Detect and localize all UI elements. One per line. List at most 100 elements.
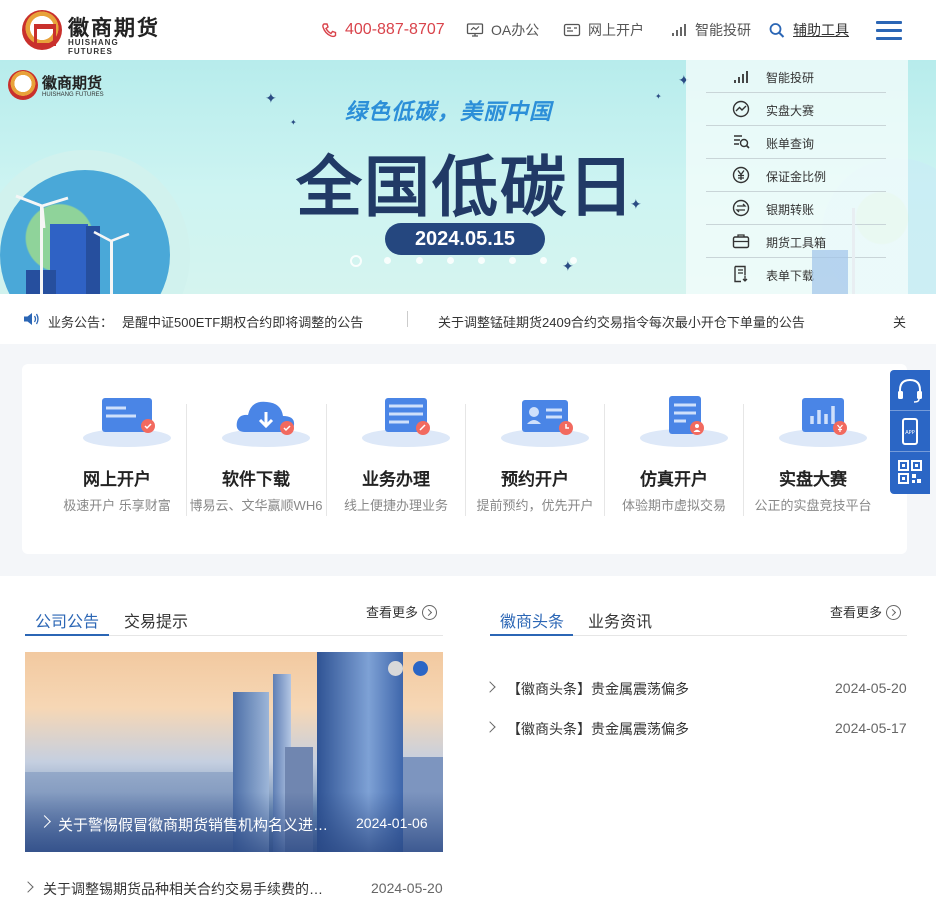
banner-logo: 徽商期货 HUISHANG FUTURES [8,70,128,104]
banner-logo-emblem [8,70,38,100]
slide-dot[interactable] [388,661,403,676]
nav-open-account[interactable]: 网上开户 [563,20,644,40]
wind-turbine-blades-illustration [15,194,69,228]
document-search-icon [734,135,750,149]
view-more-label: 查看更多 [366,605,419,620]
id-card-icon [563,23,581,37]
service-live-contest[interactable]: 实盘大赛 公正的实盘竞技平台 [743,364,883,554]
news-item-title[interactable]: 关于调整锡期货品种相关合约交易手续费的公告 [43,879,333,899]
trend-circle-icon [732,100,750,118]
service-name: 预约开户 [501,470,569,489]
quick-menu-label: 实盘大赛 [766,104,815,118]
quick-menu-toolbox[interactable]: 期货工具箱 [706,225,886,258]
hotline-number: 400-887-8707 [345,21,445,38]
slide-dot-active[interactable] [413,661,428,676]
phone-icon [322,23,337,38]
featured-news-card[interactable]: 关于警惕假冒徽商期货销售机构名义进行诈骗的风险提示 2024-01-06 [25,652,443,852]
chevron-right-circle-icon [422,605,438,620]
news-item-title[interactable]: 【徽商头条】贵金属震荡偏多 [507,719,689,739]
sparkle-icon: ✦ [290,118,297,127]
transfer-icon [732,199,750,217]
id-card-clock-icon [501,400,589,447]
banner-headline: 全国低碳日 [296,150,636,224]
chart-board-icon [779,398,867,447]
news-item-date: 2024-05-20 [371,880,443,896]
service-name: 实盘大赛 [779,470,847,489]
nav-research[interactable]: 智能投研 [670,20,751,40]
service-software-download[interactable]: 软件下载 博易云、文华赢顺WH6 [186,364,326,554]
top-header: 徽商期货 HUISHANG FUTURES 400-887-8707 OA办公 … [0,0,936,60]
hamburger-menu-icon[interactable] [876,21,902,41]
headset-icon [898,378,922,403]
news-item-title[interactable]: 【徽商头条】贵金属震荡偏多 [507,679,689,699]
announcement-bar: 业务公告： 是醒中证500ETF期权合约即将调整的公告 关于调整锰硅期货2409… [0,294,936,344]
carousel-dot[interactable] [478,257,485,264]
banner-slogan: 绿色低碳，美丽中国 [345,99,553,124]
service-business-handling[interactable]: 业务办理 线上便捷办理业务 [326,364,466,554]
service-desc: 极速开户 乐享财富 [63,498,171,513]
search-icon [769,23,785,38]
tab-company-announcements[interactable]: 公司公告 [35,608,99,632]
site-logo[interactable]: 徽商期货 HUISHANG FUTURES [22,10,162,56]
customer-service-button[interactable] [890,370,930,411]
announcement-item[interactable]: 是醒中证500ETF期权合约即将调整的公告 [122,312,363,331]
tab-business-news[interactable]: 业务资讯 [588,608,652,632]
divider [407,311,408,327]
quick-menu-research[interactable]: 智能投研 [706,60,886,93]
tab-trading-tips[interactable]: 交易提示 [124,608,188,632]
aux-tools-link[interactable]: 辅助工具 [768,20,849,40]
announcement-label: 业务公告： [48,315,114,330]
hero-banner[interactable]: 徽商期货 HUISHANG FUTURES ✦ ✦ ✦ ✦ ✦ ✦ 绿色低碳，美… [0,60,936,294]
carousel-dot[interactable] [509,257,516,264]
banner-logo-text-cn: 徽商期货 [42,74,103,92]
nav-oa[interactable]: OA办公 [466,20,539,40]
announcement-item[interactable]: 关于调整锰硅期货2409合约交易指令每次最小开仓下单量的公告 [438,312,805,331]
left-view-more-link[interactable]: 查看更多 [366,602,438,621]
carousel-dot[interactable] [416,257,423,264]
carousel-dot[interactable] [540,257,547,264]
quick-menu-label: 表单下载 [766,269,815,283]
service-name: 软件下载 [222,470,290,489]
service-simulation-account[interactable]: 仿真开户 体验期市虚拟交易 [604,364,744,554]
featured-news-date: 2024-01-06 [356,815,428,831]
service-appointment-account[interactable]: 预约开户 提前预约，优先开户 [465,364,605,554]
active-tab-indicator [490,634,573,636]
qr-code-icon [898,460,922,484]
view-more-label: 查看更多 [830,605,883,620]
banner-date: 2024.05.15 [385,223,545,255]
page: 徽商期货 HUISHANG FUTURES 400-887-8707 OA办公 … [0,0,936,904]
right-view-more-link[interactable]: 查看更多 [830,602,902,621]
active-tab-indicator [25,634,109,636]
carousel-indicators [350,253,590,267]
speaker-icon [24,313,39,325]
wind-turbine-blades-illustration [93,230,130,243]
service-name: 网上开户 [83,470,151,489]
service-desc: 体验期市虚拟交易 [621,498,726,513]
quick-menu-margin-ratio[interactable]: 保证金比例 [706,159,886,192]
quick-menu-bill-query[interactable]: 账单查询 [706,126,886,159]
app-download-button[interactable]: APP [890,411,930,452]
hotline-link[interactable]: 400-887-8707 [320,20,445,40]
quick-menu-contest[interactable]: 实盘大赛 [706,93,886,126]
nav-oa-label: OA办公 [491,22,540,38]
quick-menu-label: 智能投研 [766,71,815,85]
svg-text:APP: APP [905,430,914,436]
qr-code-button[interactable] [890,452,930,493]
online-account-icon [83,398,171,447]
service-desc: 线上便捷办理业务 [343,498,448,513]
service-open-account[interactable]: 网上开户 极速开户 乐享财富 [47,364,187,554]
news-item-date: 2024-05-17 [835,720,907,736]
carousel-dot[interactable] [570,257,577,264]
cloud-download-icon [222,401,310,447]
quick-menu-label: 保证金比例 [766,170,827,184]
quick-menu-transfer[interactable]: 银期转账 [706,192,886,225]
carousel-dot-active[interactable] [350,255,362,267]
building-illustration [812,250,848,294]
tab-huishang-headlines[interactable]: 徽商头条 [500,608,564,632]
announcement-item[interactable]: 关 [893,312,906,331]
quick-menu-forms-download[interactable]: 表单下载 [706,258,886,291]
carousel-dot[interactable] [384,257,391,264]
carousel-dot[interactable] [447,257,454,264]
quick-menu: 智能投研 实盘大赛 账单查询 保证金比例 银期转账 期货工具箱 表单下载 [686,60,908,294]
service-desc: 博易云、文华赢顺WH6 [189,498,323,513]
